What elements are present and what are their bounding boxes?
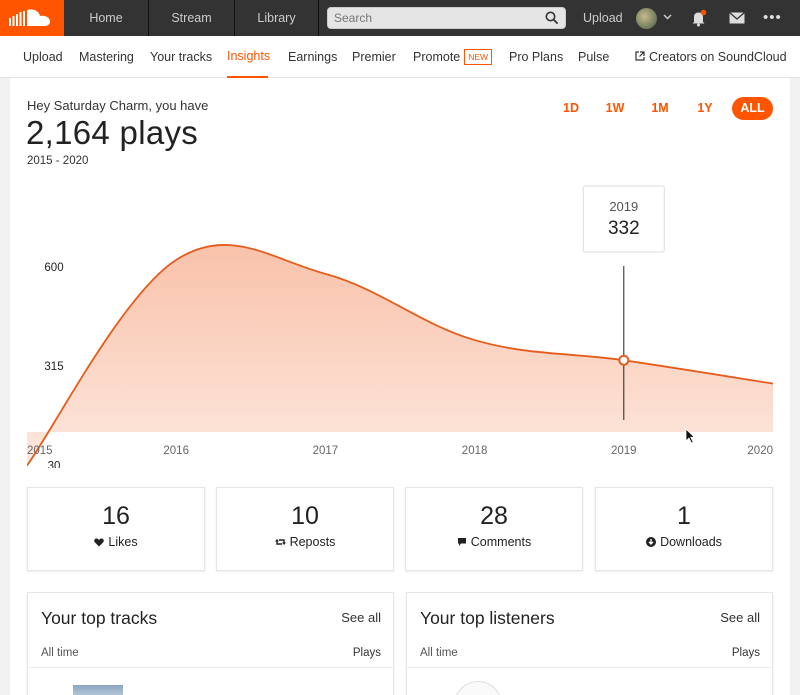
- downloads-label: Downloads: [596, 535, 772, 549]
- nav-stream[interactable]: Stream: [149, 0, 235, 36]
- nav-home[interactable]: Home: [64, 0, 149, 36]
- x-tick-label: 2017: [313, 445, 339, 457]
- subnav-promote[interactable]: Promote NEW: [413, 36, 493, 78]
- external-link-icon: [635, 51, 645, 61]
- subnav-premier[interactable]: Premier: [352, 36, 396, 78]
- likes-stat-card[interactable]: 16 Likes: [27, 487, 205, 571]
- range-all-button[interactable]: ALL: [732, 97, 773, 120]
- top-listeners-card: Your top listeners See all All time Play…: [406, 592, 773, 695]
- likes-count: 16: [102, 502, 130, 530]
- subnav-your-tracks[interactable]: Your tracks: [150, 36, 212, 78]
- top-listeners-title: Your top listeners: [420, 608, 555, 628]
- top-tracks-see-all-link[interactable]: See all: [341, 610, 381, 625]
- messages-envelope-icon[interactable]: [729, 12, 745, 24]
- upload-link[interactable]: Upload: [583, 0, 623, 36]
- downloads-count: 1: [677, 502, 691, 530]
- reposts-stat-card[interactable]: 10 Reposts: [216, 487, 394, 571]
- subnav-mastering[interactable]: Mastering: [79, 36, 134, 78]
- x-tick-label: 2015: [27, 445, 53, 457]
- top-tracks-plays-header: Plays: [352, 647, 381, 659]
- range-1m-button[interactable]: 1M: [645, 97, 675, 120]
- likes-label: Likes: [28, 535, 204, 549]
- subnav-earnings[interactable]: Earnings: [288, 36, 337, 78]
- y-tick-label: 30: [48, 461, 61, 468]
- heart-icon: [94, 538, 105, 547]
- track-artwork-thumbnail[interactable]: [73, 685, 123, 695]
- creator-subnav: Upload Mastering Your tracks Insights Ea…: [0, 36, 800, 78]
- x-tick-label: 2018: [462, 445, 488, 457]
- range-1y-button[interactable]: 1Y: [690, 97, 720, 120]
- search-input[interactable]: [328, 8, 528, 28]
- creators-link-label: Creators on SoundCloud: [649, 50, 787, 64]
- plays-area-chart: 600 315 30 2015 2016 2017 2018 2019 2020 2019 3…: [27, 185, 773, 468]
- hover-point-marker[interactable]: [618, 354, 630, 366]
- comments-count: 28: [480, 502, 508, 530]
- top-bar: Home Stream Library Upload •••: [0, 0, 800, 36]
- greeting-text: Hey Saturday Charm, you have: [27, 98, 209, 113]
- tooltip-value: 332: [608, 218, 640, 239]
- soundcloud-logo[interactable]: [0, 0, 64, 36]
- nav-library[interactable]: Library: [235, 0, 319, 36]
- chart-tooltip: 2019 332: [582, 185, 665, 253]
- x-tick-label: 2019: [611, 445, 637, 457]
- chevron-down-icon[interactable]: [663, 14, 672, 20]
- listener-avatar[interactable]: [454, 681, 502, 695]
- top-listeners-period: All time: [420, 647, 458, 659]
- subnav-upload[interactable]: Upload: [23, 36, 63, 78]
- y-tick-label: 315: [44, 361, 63, 373]
- date-range: 2015 - 2020: [27, 155, 89, 167]
- comment-icon: [457, 538, 466, 546]
- new-badge: NEW: [464, 49, 493, 65]
- reposts-count: 10: [291, 502, 319, 530]
- divider: [407, 667, 772, 668]
- subnav-insights[interactable]: Insights: [227, 36, 270, 78]
- subnav-pulse[interactable]: Pulse: [578, 36, 609, 78]
- notifications-bell-icon[interactable]: [691, 9, 707, 27]
- comments-label-text: Comments: [470, 535, 532, 549]
- top-tracks-title: Your top tracks: [41, 608, 158, 628]
- comments-label: Comments: [406, 535, 582, 549]
- top-tracks-card: Your top tracks See all All time Plays: [27, 592, 394, 695]
- top-listeners-see-all-link[interactable]: See all: [720, 610, 760, 625]
- downloads-label-text: Downloads: [660, 535, 722, 549]
- range-1w-button[interactable]: 1W: [600, 97, 630, 120]
- reposts-label: Reposts: [217, 535, 393, 549]
- downloads-stat-card[interactable]: 1 Downloads: [595, 487, 773, 571]
- soundcloud-cloud-icon: [9, 9, 50, 26]
- user-avatar[interactable]: [636, 8, 657, 29]
- total-plays: 2,164 plays: [26, 114, 199, 151]
- creators-on-soundcloud-link[interactable]: Creators on SoundCloud: [635, 36, 787, 78]
- x-tick-label: 2016: [163, 445, 189, 457]
- likes-label-text: Likes: [108, 535, 138, 549]
- subnav-pro-plans[interactable]: Pro Plans: [509, 36, 563, 78]
- comments-stat-card[interactable]: 28 Comments: [405, 487, 583, 571]
- top-listeners-plays-header: Plays: [731, 647, 760, 659]
- more-options-icon[interactable]: •••: [763, 0, 782, 36]
- range-1d-button[interactable]: 1D: [556, 97, 586, 120]
- y-tick-label: 600: [44, 262, 63, 274]
- repost-icon: [274, 539, 286, 545]
- download-icon: [646, 537, 657, 547]
- reposts-label-text: Reposts: [289, 535, 336, 549]
- chart-area-fill: [27, 244, 773, 466]
- search-icon[interactable]: [545, 11, 559, 25]
- divider: [28, 667, 393, 668]
- tooltip-year: 2019: [609, 199, 638, 214]
- search-box: [327, 7, 566, 29]
- subnav-promote-label: Promote: [413, 50, 461, 64]
- x-tick-label: 2020: [747, 445, 773, 457]
- top-tracks-period: All time: [41, 647, 79, 659]
- insights-panel: Hey Saturday Charm, you have 2,164 plays…: [10, 78, 790, 695]
